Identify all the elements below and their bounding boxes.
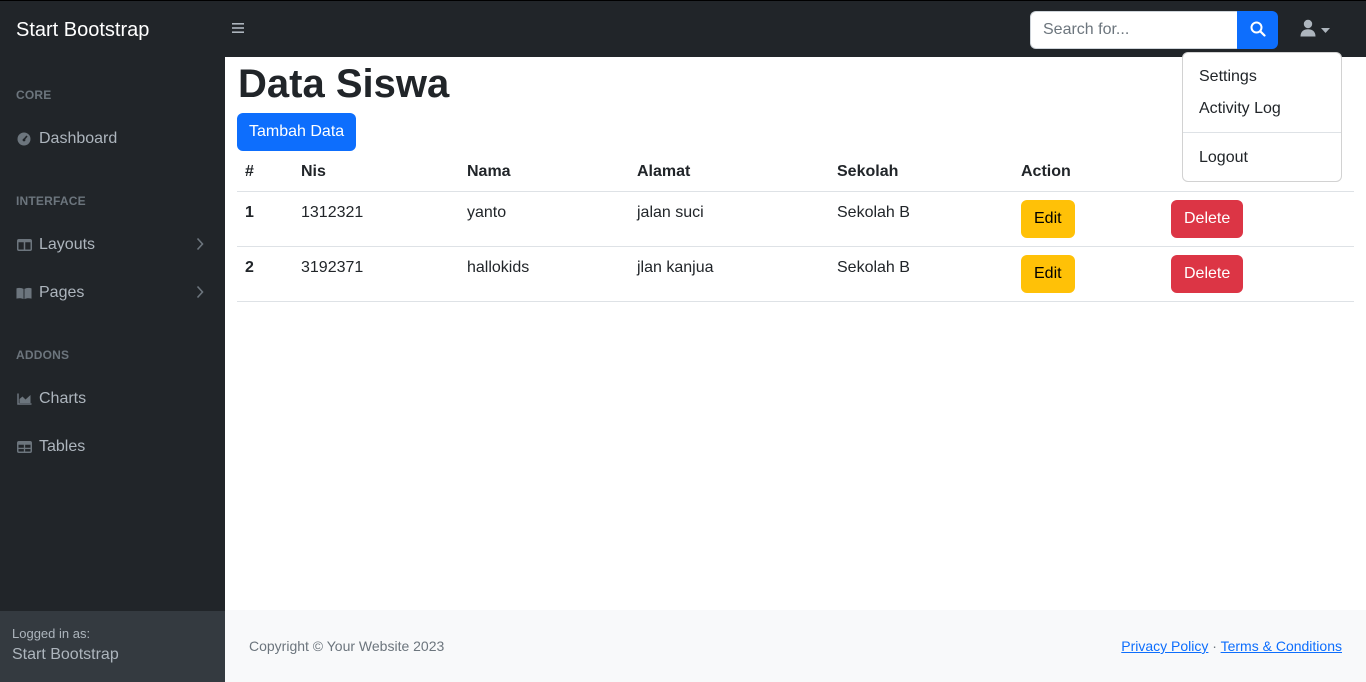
sidebar-toggle-button[interactable] — [232, 18, 244, 39]
column-header-nama: Nama — [467, 163, 511, 180]
delete-button[interactable]: Delete — [1171, 255, 1244, 293]
search-input[interactable] — [1030, 11, 1237, 49]
sidebar-item-dashboard[interactable]: Dashboard — [0, 121, 225, 157]
sidebar-item-label: Pages — [39, 284, 85, 301]
sidebar-item-pages[interactable]: Pages — [0, 275, 225, 311]
delete-button[interactable]: Delete — [1171, 200, 1244, 238]
top-navbar: Start Bootstrap — [0, 0, 1366, 57]
columns-icon — [16, 239, 32, 251]
sidebar-footer: Logged in as: Start Bootstrap — [0, 611, 225, 682]
sidebar-item-tables[interactable]: Tables — [0, 429, 225, 465]
user-icon — [1300, 19, 1316, 42]
cell-nama: yanto — [467, 204, 507, 221]
edit-button[interactable]: Edit — [1021, 255, 1075, 293]
chevron-right-icon — [196, 237, 204, 256]
cell-nama: hallokids — [467, 259, 530, 276]
chevron-right-icon — [196, 285, 204, 304]
sidebar-heading-core: CORE — [16, 88, 52, 102]
column-header-action: Action — [1021, 163, 1071, 180]
cell-alamat: jlan kanjua — [637, 259, 714, 276]
column-header-sekolah: Sekolah — [837, 163, 899, 180]
privacy-policy-link[interactable]: Privacy Policy — [1121, 638, 1208, 654]
dropdown-item-logout[interactable]: Logout — [1183, 142, 1341, 174]
column-header-nis: Nis — [301, 163, 326, 180]
sidebar-item-charts[interactable]: Charts — [0, 381, 225, 417]
search-button[interactable] — [1237, 11, 1278, 49]
sidebar: CORE Dashboard INTERFACE Layouts Pages A… — [0, 57, 225, 682]
logged-in-label: Logged in as: — [12, 626, 91, 641]
sidebar-item-layouts[interactable]: Layouts — [0, 227, 225, 263]
table-icon — [16, 441, 32, 453]
logged-in-user: Start Bootstrap — [12, 646, 119, 663]
cell-sekolah: Sekolah B — [837, 259, 910, 276]
footer-links: Privacy Policy · Terms & Conditions — [1121, 638, 1342, 654]
dropdown-item-activity-log[interactable]: Activity Log — [1183, 93, 1341, 125]
search-group — [1030, 11, 1278, 49]
caret-down-icon — [1321, 21, 1330, 39]
row-number: 1 — [245, 204, 254, 221]
column-header-number: # — [245, 163, 254, 180]
navbar-brand[interactable]: Start Bootstrap — [16, 19, 149, 42]
table-row: 2 3192371 hallokids jlan kanjua Sekolah … — [237, 247, 1354, 302]
user-dropdown-menu: Settings Activity Log Logout — [1182, 52, 1342, 182]
row-number: 2 — [245, 259, 254, 276]
sidebar-heading-addons: ADDONS — [16, 348, 70, 362]
column-header-alamat: Alamat — [637, 163, 691, 180]
cell-alamat: jalan suci — [637, 204, 704, 221]
hamburger-icon — [232, 18, 244, 38]
terms-link[interactable]: Terms & Conditions — [1221, 638, 1342, 654]
page-title: Data Siswa — [238, 62, 450, 106]
area-chart-icon — [16, 393, 32, 405]
edit-button[interactable]: Edit — [1021, 200, 1075, 238]
page-footer: Copyright © Your Website 2023 Privacy Po… — [225, 610, 1366, 682]
user-dropdown-toggle[interactable] — [1300, 19, 1338, 41]
add-data-button[interactable]: Tambah Data — [237, 113, 357, 151]
table-row: 1 1312321 yanto jalan suci Sekolah B Edi… — [237, 192, 1354, 247]
cell-nis: 1312321 — [301, 204, 364, 221]
sidebar-heading-interface: INTERFACE — [16, 194, 86, 208]
dropdown-item-settings[interactable]: Settings — [1183, 61, 1341, 93]
copyright-text: Copyright © Your Website 2023 — [249, 638, 445, 654]
sidebar-item-label: Dashboard — [39, 130, 118, 147]
cell-sekolah: Sekolah B — [837, 204, 910, 221]
sidebar-item-label: Layouts — [39, 236, 96, 253]
sidebar-item-label: Tables — [39, 438, 86, 455]
sidebar-item-label: Charts — [39, 390, 87, 407]
tachometer-icon — [16, 132, 32, 146]
cell-nis: 3192371 — [301, 259, 364, 276]
search-icon — [1250, 21, 1266, 40]
footer-separator: · — [1212, 638, 1217, 654]
book-open-icon — [16, 287, 32, 300]
dropdown-divider — [1183, 132, 1341, 133]
